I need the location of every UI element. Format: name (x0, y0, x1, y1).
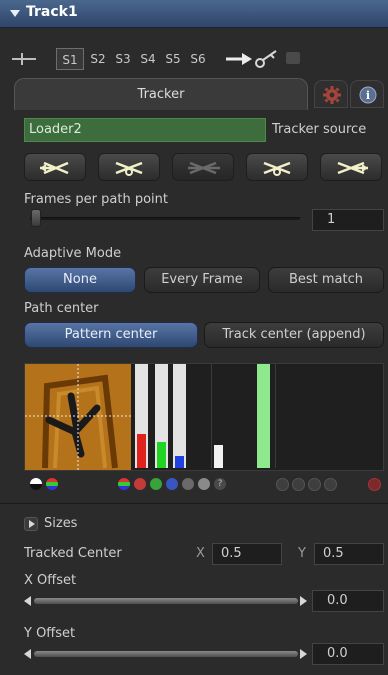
y-offset-decrement-icon[interactable] (24, 649, 31, 659)
play-icon[interactable] (292, 478, 305, 491)
track-button-s2[interactable]: S2 (86, 48, 110, 70)
luma-channel-bar (214, 445, 223, 468)
x-offset-label: X Offset (24, 573, 77, 588)
monitor-icon[interactable] (286, 52, 300, 64)
tab-bar: Tracker i (14, 76, 384, 110)
expand-arrow-icon[interactable] (24, 517, 38, 531)
green-channel-bar (157, 442, 166, 468)
match-quality-bar (257, 364, 270, 468)
go-to-start-icon[interactable] (276, 478, 289, 491)
blue-channel-icon[interactable] (166, 478, 178, 490)
section-divider (0, 503, 388, 504)
tracker-source-label: Tracker source (272, 122, 367, 137)
y-offset-input[interactable]: 0.0 (312, 643, 384, 665)
tracked-center-label: Tracked Center (24, 546, 122, 561)
gear-icon (323, 86, 341, 104)
track-center-append-button[interactable]: Track center (append) (204, 322, 384, 348)
tracker-source-input[interactable]: Loader2 (24, 118, 266, 142)
delete-icon[interactable] (368, 478, 381, 491)
next-frame-icon[interactable] (308, 478, 321, 491)
pattern-preview (24, 363, 384, 471)
track-button-s5[interactable]: S5 (161, 48, 185, 70)
adaptive-none-button[interactable]: None (24, 267, 136, 293)
track-forward-all-button[interactable] (320, 153, 382, 181)
blue-channel-bar (175, 456, 184, 468)
frames-per-path-knob[interactable] (31, 209, 41, 227)
tracked-center-x-label: X (196, 546, 205, 561)
sizes-label: Sizes (44, 516, 78, 531)
arrow-right-icon[interactable] (226, 51, 254, 67)
track-reverse-icon (40, 161, 69, 175)
track-forward-all-icon (337, 161, 368, 175)
match-graph (275, 364, 383, 468)
x-offset-decrement-icon[interactable] (24, 596, 31, 606)
track-backward-button[interactable] (98, 153, 160, 181)
panel-title: Track1 (26, 4, 78, 20)
rgb-channel-icon[interactable] (118, 478, 130, 490)
x-offset-input[interactable]: 0.0 (312, 590, 384, 612)
tab-settings[interactable] (314, 80, 348, 108)
loop-icon[interactable] (324, 478, 337, 491)
track-button-s6[interactable]: S6 (186, 48, 210, 70)
stop-icon (188, 161, 220, 175)
track-button-s3[interactable]: S3 (111, 48, 135, 70)
red-channel-bar (137, 434, 146, 468)
adaptive-mode-label: Adaptive Mode (24, 246, 122, 261)
track-forward-button[interactable] (246, 153, 308, 181)
x-offset-increment-icon[interactable] (300, 596, 307, 606)
blue-channel-meter (173, 364, 186, 468)
help-icon[interactable]: ? (214, 478, 226, 490)
track-reverse-button[interactable] (24, 153, 86, 181)
adaptive-every-frame-button[interactable]: Every Frame (144, 267, 260, 293)
info-icon: i (359, 86, 377, 104)
tab-tracker[interactable]: Tracker (14, 78, 308, 110)
frames-per-path-label: Frames per path point (24, 192, 168, 207)
color-icon[interactable] (46, 478, 58, 490)
pattern-center-button[interactable]: Pattern center (24, 322, 198, 348)
adaptive-best-match-button[interactable]: Best match (268, 267, 384, 293)
y-offset-slider[interactable] (34, 651, 298, 657)
luma-channel-meter (211, 364, 224, 468)
track-toolbar: S1 S2 S3 S4 S5 S6 (0, 44, 388, 74)
alpha-channel-icon[interactable] (182, 478, 194, 490)
track-button-s1[interactable]: S1 (56, 48, 84, 70)
tracked-center-x-input[interactable]: 0.5 (212, 543, 282, 565)
tab-info[interactable]: i (350, 80, 384, 108)
tracked-center-y-input[interactable]: 0.5 (314, 543, 384, 565)
black-white-icon[interactable] (30, 478, 42, 490)
y-offset-label: Y Offset (24, 626, 76, 641)
collapse-arrow-icon[interactable] (10, 10, 20, 17)
track-backward-icon (115, 161, 143, 176)
svg-text:i: i (366, 89, 370, 102)
pin-icon[interactable] (12, 53, 38, 65)
frames-per-path-input[interactable]: 1 (312, 209, 384, 231)
tracked-center-y-label: Y (298, 546, 306, 561)
panel-header[interactable]: Track1 (0, 0, 388, 28)
key-icon[interactable] (254, 49, 280, 69)
track-button-s4[interactable]: S4 (136, 48, 160, 70)
green-channel-meter (155, 364, 168, 468)
y-offset-increment-icon[interactable] (300, 649, 307, 659)
green-channel-icon[interactable] (150, 478, 162, 490)
pattern-image-graphic (25, 364, 131, 470)
pattern-image[interactable] (25, 364, 131, 470)
frames-per-path-slider[interactable] (30, 217, 300, 220)
red-channel-meter (135, 364, 148, 468)
path-center-label: Path center (24, 301, 99, 316)
x-offset-slider[interactable] (34, 598, 298, 604)
luma-channel-icon[interactable] (198, 478, 210, 490)
track-forward-icon (263, 161, 291, 176)
stop-tracking-button[interactable] (172, 153, 234, 181)
red-channel-icon[interactable] (134, 478, 146, 490)
preview-controls: ? (24, 478, 384, 492)
